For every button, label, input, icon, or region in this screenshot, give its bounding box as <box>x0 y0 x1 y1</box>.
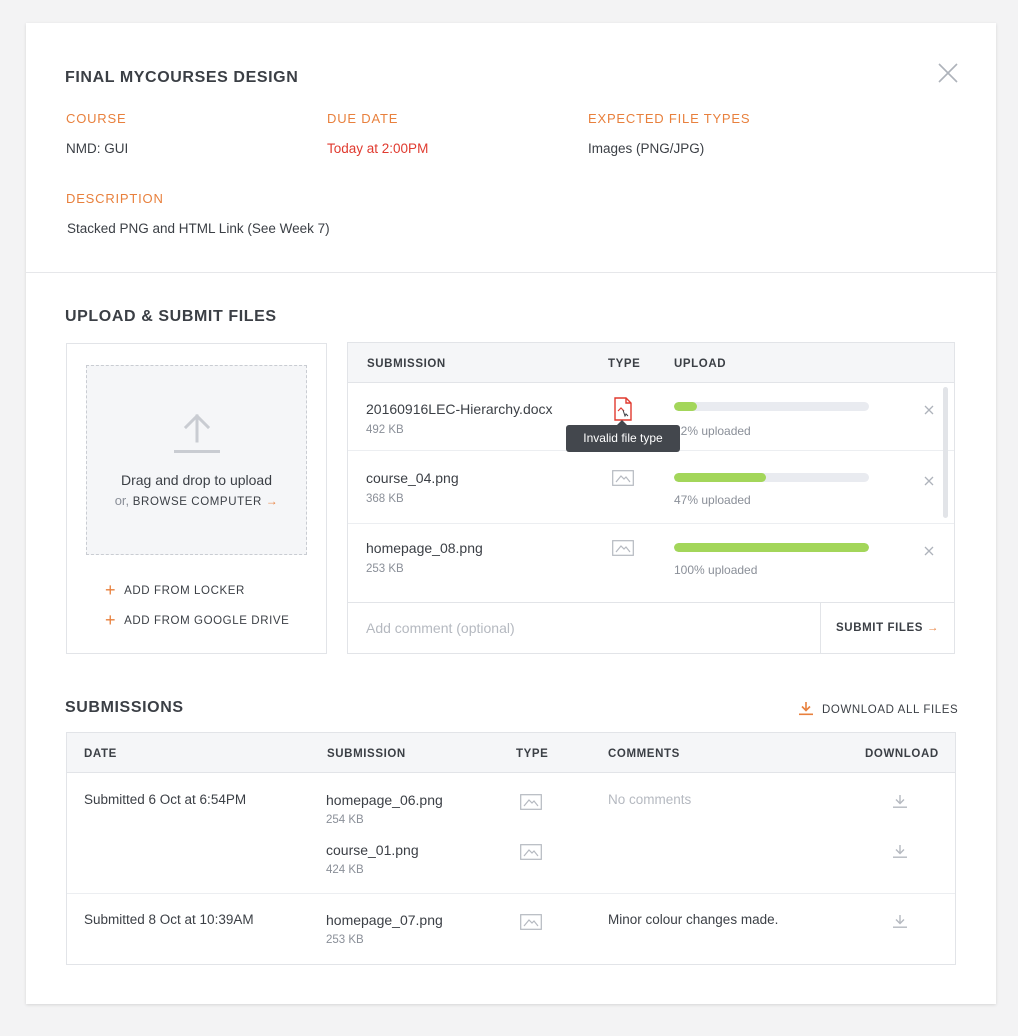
submission-date: Submitted 8 Oct at 10:39AM <box>84 912 254 927</box>
add-from-google-drive-button[interactable]: + ADD FROM GOOGLE DRIVE <box>105 610 289 631</box>
image-file-icon <box>612 540 634 561</box>
column-upload: UPLOAD <box>674 358 727 370</box>
image-file-icon <box>612 470 634 491</box>
submissions-table-header: DATE SUBMISSION TYPE COMMENTS DOWNLOAD <box>67 733 955 773</box>
file-name: course_04.png <box>366 470 459 486</box>
arrow-right-icon: → <box>926 622 939 634</box>
submissions-section-title: SUBMISSIONS <box>65 699 184 716</box>
file-name: homepage_08.png <box>366 540 483 556</box>
download-icon <box>799 702 813 716</box>
divider <box>26 272 996 273</box>
file-name: 20160916LEC-Hierarchy.docx <box>366 401 553 417</box>
browse-computer-link[interactable]: BROWSE COMPUTER → <box>132 494 279 508</box>
column-type: TYPE <box>608 358 641 370</box>
image-file-icon <box>520 844 542 865</box>
close-icon[interactable] <box>936 61 960 85</box>
submission-group: Submitted 8 Oct at 10:39AM Minor colour … <box>67 894 955 964</box>
upload-section-title: UPLOAD & SUBMIT FILES <box>65 308 277 325</box>
progress-text: 100% uploaded <box>674 563 758 577</box>
progress-fill <box>674 543 869 552</box>
column-submission: SUBMISSION <box>327 748 406 760</box>
assignment-modal: FINAL MYCOURSES DESIGN COURSE NMD: GUI D… <box>26 23 996 1004</box>
submission-file-name[interactable]: homepage_07.png <box>326 912 443 928</box>
remove-file-icon[interactable] <box>924 543 934 561</box>
comment-bar: SUBMIT FILES → <box>348 602 954 653</box>
download-all-files-label: DOWNLOAD ALL FILES <box>822 704 959 716</box>
modal-title: FINAL MYCOURSES DESIGN <box>65 69 299 86</box>
column-type: TYPE <box>516 748 549 760</box>
file-size: 492 KB <box>366 424 404 436</box>
download-icon[interactable] <box>892 794 908 814</box>
scrollbar[interactable] <box>943 387 948 518</box>
browse-computer-label: BROWSE COMPUTER <box>132 496 262 508</box>
upload-files-table: SUBMISSION TYPE UPLOAD 20160916LEC-Hiera… <box>347 342 955 654</box>
column-download: DOWNLOAD <box>865 748 939 760</box>
submission-comment: Minor colour changes made. <box>608 912 779 927</box>
progress-fill <box>674 473 766 482</box>
file-row: course_04.png 368 KB 47% uploaded <box>348 451 954 524</box>
upload-progress-bar <box>674 473 869 482</box>
download-icon[interactable] <box>892 844 908 864</box>
files-table-header: SUBMISSION TYPE UPLOAD <box>348 343 954 383</box>
submission-date: Submitted 6 Oct at 6:54PM <box>84 792 247 807</box>
progress-text: 12% uploaded <box>674 424 751 438</box>
upload-panel: Drag and drop to upload or, BROWSE COMPU… <box>66 343 327 654</box>
add-from-locker-button[interactable]: + ADD FROM LOCKER <box>105 580 245 601</box>
description-value: Stacked PNG and HTML Link (See Week 7) <box>67 221 330 236</box>
submission-file-size: 253 KB <box>326 934 364 946</box>
upload-arrow-icon <box>174 414 220 453</box>
submission-file-name[interactable]: homepage_06.png <box>326 792 443 808</box>
due-date-value: Today at 2:00PM <box>327 141 429 156</box>
plus-icon: + <box>105 580 117 600</box>
submission-file-size: 254 KB <box>326 814 364 826</box>
plus-icon: + <box>105 610 117 630</box>
course-value: NMD: GUI <box>66 141 129 156</box>
file-size: 253 KB <box>366 563 404 575</box>
file-types-label: EXPECTED FILE TYPES <box>588 111 751 126</box>
arrow-right-icon: → <box>265 494 279 508</box>
dropzone-or: or, <box>114 493 130 508</box>
download-icon[interactable] <box>892 914 908 934</box>
remove-file-icon[interactable] <box>924 402 934 420</box>
file-size: 368 KB <box>366 493 404 505</box>
comment-input[interactable] <box>348 603 820 653</box>
submission-file-size: 424 KB <box>326 864 364 876</box>
add-from-google-drive-label: ADD FROM GOOGLE DRIVE <box>124 615 290 627</box>
submit-files-label: SUBMIT FILES <box>836 622 924 634</box>
course-label: COURSE <box>66 111 127 126</box>
submissions-table: DATE SUBMISSION TYPE COMMENTS DOWNLOAD S… <box>66 732 956 965</box>
description-label: DESCRIPTION <box>66 191 164 206</box>
submit-files-button[interactable]: SUBMIT FILES → <box>820 603 954 653</box>
column-date: DATE <box>84 748 117 760</box>
file-row: homepage_08.png 253 KB 100% uploaded <box>348 524 954 602</box>
submission-file-name[interactable]: course_01.png <box>326 842 419 858</box>
column-submission: SUBMISSION <box>367 358 446 370</box>
upload-progress-bar <box>674 543 869 552</box>
invalid-file-type-tooltip: Invalid file type <box>566 420 680 452</box>
upload-progress-bar <box>674 402 869 411</box>
column-comments: COMMENTS <box>608 748 680 760</box>
image-file-icon <box>520 794 542 815</box>
image-file-icon <box>520 914 542 935</box>
download-all-files-button[interactable]: DOWNLOAD ALL FILES <box>798 701 958 716</box>
dropzone[interactable]: Drag and drop to upload or, BROWSE COMPU… <box>86 365 307 555</box>
due-date-label: DUE DATE <box>327 111 399 126</box>
file-types-value: Images (PNG/JPG) <box>588 141 705 156</box>
progress-fill <box>674 402 698 411</box>
submission-comment: No comments <box>608 792 692 807</box>
dropzone-text: Drag and drop to upload <box>121 472 272 488</box>
add-from-locker-label: ADD FROM LOCKER <box>124 585 245 597</box>
remove-file-icon[interactable] <box>924 473 934 491</box>
progress-text: 47% uploaded <box>674 493 751 507</box>
dropzone-or-line: or, BROWSE COMPUTER → <box>87 493 306 508</box>
submission-group: Submitted 6 Oct at 6:54PM No comments ho… <box>67 774 955 894</box>
